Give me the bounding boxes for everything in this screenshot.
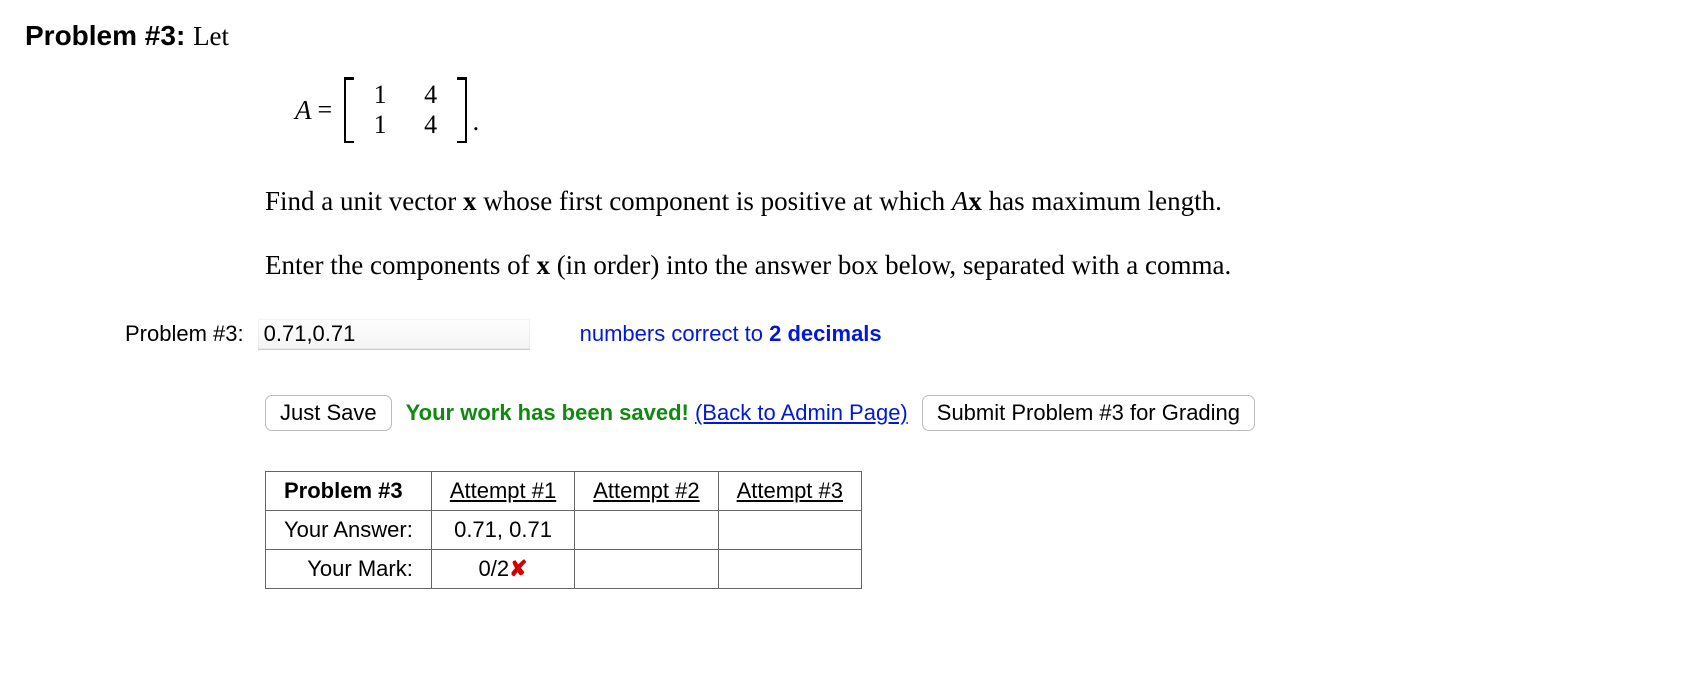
your-mark-value [718, 549, 861, 588]
text: Find a unit vector [265, 186, 463, 216]
your-mark-value: 0/2✘ [431, 549, 574, 588]
saved-message: Your work has been saved! [406, 400, 689, 425]
mark-score: 0/2 [479, 556, 510, 581]
matrix-body: 1 4 1 4 [344, 77, 467, 143]
table-row: Your Mark: 0/2✘ [266, 549, 862, 588]
answer-label: Problem #3: [125, 321, 244, 347]
your-answer-value [575, 510, 718, 549]
your-mark-value [575, 549, 718, 588]
vector-x: x [536, 250, 550, 280]
attempt-header[interactable]: Attempt #2 [575, 471, 718, 510]
problem-label: Problem #3: [25, 20, 185, 51]
table-row: Your Answer: 0.71, 0.71 [266, 510, 862, 549]
just-save-button[interactable]: Just Save [265, 395, 392, 431]
text: Enter the components of [265, 250, 536, 280]
text: (in order) into the answer box below, se… [550, 250, 1231, 280]
attempt-header[interactable]: Attempt #1 [431, 471, 574, 510]
hint-text: numbers correct to [580, 321, 770, 346]
results-table: Problem #3 Attempt #1 Attempt #2 Attempt… [265, 471, 862, 589]
problem-header: Problem #3: Let [25, 20, 1657, 52]
saved-status: Your work has been saved! (Back to Admin… [406, 400, 908, 426]
your-answer-label: Your Answer: [266, 510, 432, 549]
matrix-definition: A = 1 4 1 4 . [265, 77, 1657, 143]
matrix-row: 1 4 [358, 110, 453, 140]
table-row: Problem #3 Attempt #1 Attempt #2 Attempt… [266, 471, 862, 510]
problem-body: A = 1 4 1 4 . Find a unit vector x whose… [265, 77, 1657, 284]
answer-hint: numbers correct to 2 decimals [580, 321, 882, 347]
let-text: Let [193, 21, 229, 51]
text: whose first component is positive at whi… [476, 186, 951, 216]
submit-button[interactable]: Submit Problem #3 for Grading [922, 395, 1255, 431]
answer-input[interactable] [258, 319, 530, 350]
problem-line-1: Find a unit vector x whose first compone… [265, 183, 1657, 219]
attempt-header[interactable]: Attempt #3 [718, 471, 861, 510]
your-answer-value: 0.71, 0.71 [431, 510, 574, 549]
vector-x: x [463, 186, 477, 216]
back-to-admin-link[interactable]: (Back to Admin Page) [695, 400, 908, 425]
answer-row: Problem #3: numbers correct to 2 decimal… [125, 319, 1657, 350]
matrix-brackets: 1 4 1 4 [344, 77, 467, 143]
matrix-cell: 4 [409, 110, 453, 140]
matrix-cell: 1 [358, 80, 402, 110]
your-mark-label: Your Mark: [266, 549, 432, 588]
matrix-cell: 4 [409, 80, 453, 110]
text: has maximum length. [982, 186, 1222, 216]
actions-row: Just Save Your work has been saved! (Bac… [265, 395, 1657, 431]
matrix-name: A [295, 95, 312, 126]
matrix-period: . [473, 107, 480, 143]
equals-sign: = [318, 95, 333, 125]
matrix-cell: 1 [358, 110, 402, 140]
matrix-row: 1 4 [358, 80, 453, 110]
your-answer-value [718, 510, 861, 549]
problem-line-2: Enter the components of x (in order) int… [265, 247, 1657, 283]
matrix-A-ref: A [952, 186, 969, 216]
vector-x: x [968, 186, 982, 216]
hint-decimals: 2 decimals [769, 321, 882, 346]
wrong-icon: ✘ [509, 556, 527, 581]
results-header-first: Problem #3 [266, 471, 432, 510]
